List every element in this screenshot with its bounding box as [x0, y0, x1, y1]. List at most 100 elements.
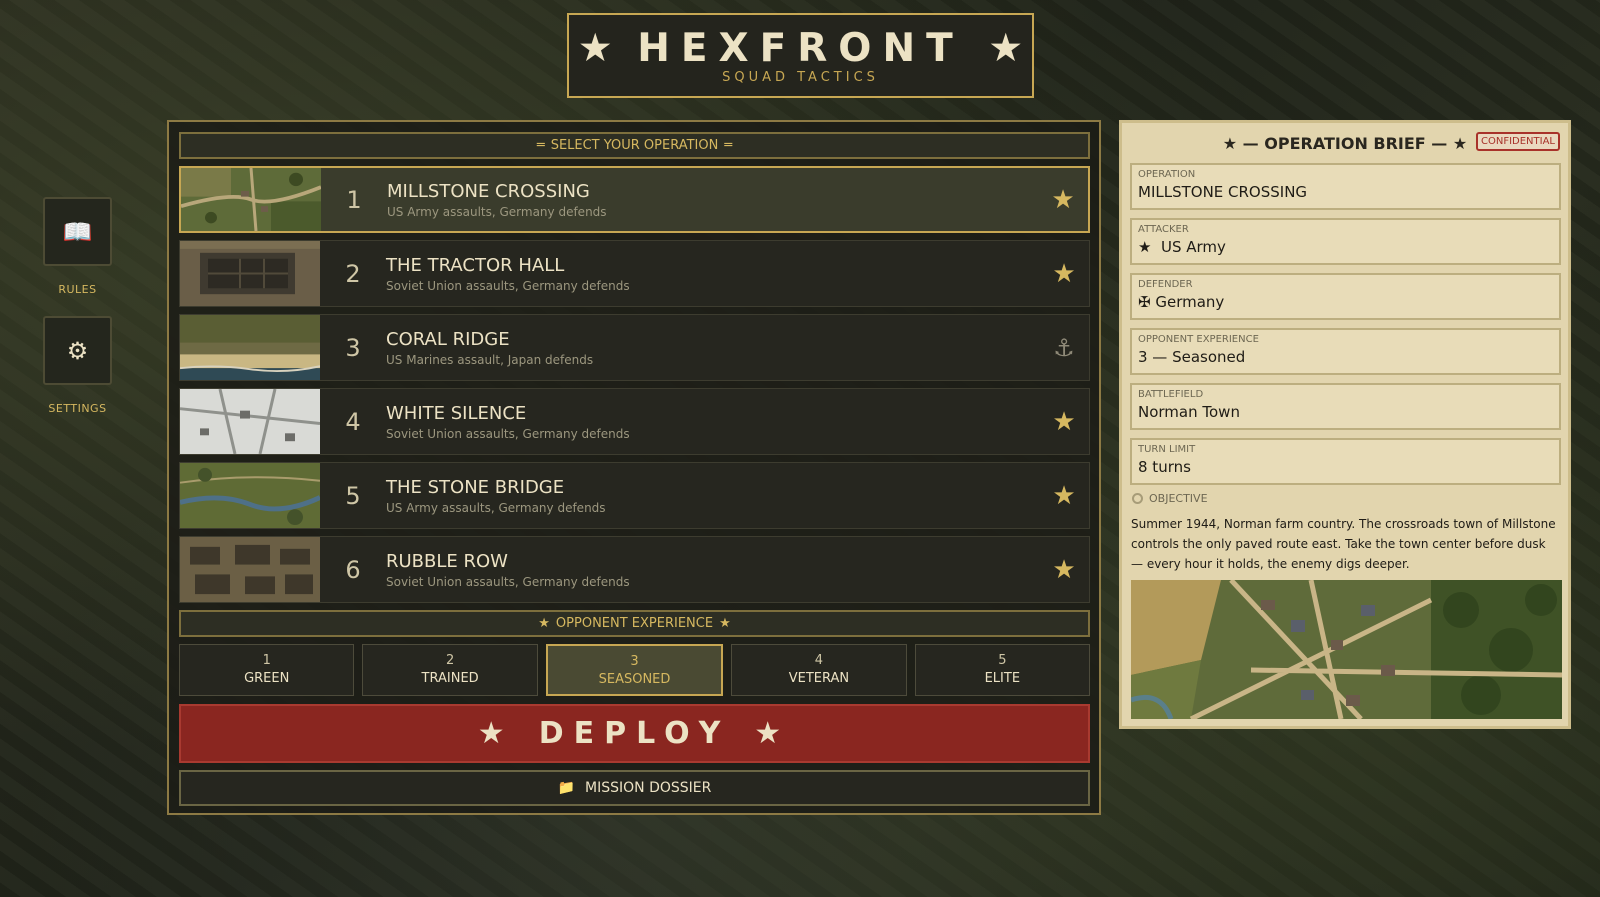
experience-option-green[interactable]: 1 GREEN: [179, 644, 355, 696]
operation-number: 2: [345, 259, 361, 288]
folder-icon: 📁: [557, 780, 576, 796]
brief-battlefield-field: BATTLEFIELD Norman Town: [1130, 383, 1561, 430]
star-icon: ★: [1052, 258, 1076, 289]
operation-description: Soviet Union assaults, Germany defends: [386, 278, 630, 293]
attacker-name: US Army: [1161, 238, 1226, 256]
brief-defender-field: DEFENDER ✠ Germany: [1130, 273, 1561, 320]
operation-list-header: ═ SELECT YOUR OPERATION ═: [179, 132, 1090, 159]
operation-name: CORAL RIDGE: [386, 328, 510, 350]
field-label: OPERATION: [1138, 169, 1196, 180]
operation-row-1[interactable]: 1 MILLSTONE CROSSING US Army assaults, Ge…: [179, 166, 1090, 233]
operation-list-heading: SELECT YOUR OPERATION: [550, 138, 719, 153]
experience-level-label: SEASONED: [598, 672, 671, 687]
double-line-icon: ═: [724, 138, 733, 153]
operation-row-4[interactable]: 4 WHITE SILENCE Soviet Union assaults, Ge…: [179, 388, 1090, 455]
brief-experience-field: OPPONENT EXPERIENCE 3 — Seasoned: [1130, 328, 1561, 375]
operation-row-2[interactable]: 2 THE TRACTOR HALL Soviet Union assaults,…: [179, 240, 1090, 307]
operation-description: US Army assaults, Germany defends: [387, 204, 607, 219]
experience-heading: OPPONENT EXPERIENCE: [555, 616, 714, 631]
operation-text: THE TRACTOR HALL Soviet Union assaults, G…: [386, 255, 1039, 293]
operation-description: US Marines assault, Japan defends: [386, 352, 594, 367]
operation-number: 4: [345, 407, 361, 436]
defender-value: ✠ Germany: [1138, 293, 1553, 311]
iron-cross-icon: ✠: [1138, 293, 1151, 311]
experience-level-number: 4: [814, 653, 824, 668]
brief-turn-limit-field: TURN LIMIT 8 turns: [1130, 438, 1561, 485]
experience-option-trained[interactable]: 2 TRAINED: [362, 644, 538, 696]
deploy-button[interactable]: ★ DEPLOY ★: [179, 704, 1090, 763]
operation-thumbnail: [180, 389, 320, 454]
experience-level-label: ELITE: [984, 671, 1021, 686]
experience-level-label: GREEN: [244, 671, 290, 686]
operation-row-6[interactable]: 6 RUBBLE ROW Soviet Union assaults, Germa…: [179, 536, 1090, 603]
star-icon: ★: [1052, 406, 1076, 437]
operation-text: RUBBLE ROW Soviet Union assaults, Germany…: [386, 551, 1039, 589]
anchor-icon: ⚓: [1053, 333, 1075, 362]
operation-name: WHITE SILENCE: [386, 402, 527, 424]
star-icon: ★: [538, 616, 550, 631]
experience-level-label: VETERAN: [788, 671, 850, 686]
battlefield-value: Norman Town: [1138, 403, 1240, 421]
operation-number: 6: [345, 555, 361, 584]
operation-thumbnail: [180, 315, 320, 380]
star-icon: ★: [1052, 480, 1076, 511]
defender-name: Germany: [1155, 293, 1225, 311]
star-icon: ★: [1138, 238, 1152, 256]
field-label: ATTACKER: [1138, 224, 1189, 235]
operation-thumbnail: [181, 168, 321, 231]
experience-option-veteran[interactable]: 4 VETERAN: [731, 644, 907, 696]
objective-text: Summer 1944, Norman farm country. The cr…: [1131, 517, 1556, 571]
mission-dossier-label: MISSION DOSSIER: [585, 780, 712, 796]
operation-name: THE TRACTOR HALL: [386, 254, 565, 276]
star-icon: ★: [477, 716, 515, 751]
circle-icon: [1132, 493, 1143, 504]
operation-text: WHITE SILENCE Soviet Union assaults, Germ…: [386, 403, 1039, 441]
star-icon: ★: [988, 26, 1024, 71]
experience-option-elite[interactable]: 5 ELITE: [914, 644, 1091, 696]
operation-value: MILLSTONE CROSSING: [1138, 183, 1308, 201]
experience-level-label: TRAINED: [421, 671, 479, 686]
operation-number: 3: [345, 333, 361, 362]
experience-value: 3 — Seasoned: [1138, 348, 1246, 366]
operation-thumbnail: [180, 463, 320, 528]
operation-name: RUBBLE ROW: [386, 550, 508, 572]
experience-option-seasoned[interactable]: 3 SEASONED: [545, 644, 724, 696]
double-line-icon: ═: [536, 138, 545, 153]
operation-text: MILLSTONE CROSSING US Army assaults, Germ…: [387, 181, 1038, 219]
experience-level-number: 3: [630, 654, 639, 669]
turn-limit-value: 8 turns: [1138, 458, 1191, 476]
game-title-banner: ★ HEXFRONT ★ SQUAD TACTICS: [567, 13, 1034, 98]
operation-description: Soviet Union assaults, Germany defends: [386, 426, 630, 441]
star-icon: ★: [577, 26, 613, 71]
operation-row-3[interactable]: 3 CORAL RIDGE US Marines assault, Japan d…: [179, 314, 1090, 381]
confidential-stamp: CONFIDENTIAL: [1475, 132, 1560, 151]
brief-attacker-field: ATTACKER ★ US Army: [1130, 218, 1561, 265]
mission-dossier-button[interactable]: 📁 MISSION DOSSIER: [179, 770, 1090, 806]
operation-name: MILLSTONE CROSSING: [387, 180, 590, 202]
operation-select-panel: ═ SELECT YOUR OPERATION ═ 1 MILLSTONE CR…: [167, 120, 1101, 815]
objective-label-text: OBJECTIVE: [1149, 492, 1208, 505]
operation-row-5[interactable]: 5 THE STONE BRIDGE US Army assaults, Germ…: [179, 462, 1090, 529]
rules-label: RULES: [58, 283, 97, 296]
experience-selector: 1 GREEN 2 TRAINED 3 SEASONED 4 VETERAN 5 ELIT…: [179, 644, 1091, 696]
game-title: ★ HEXFRONT ★: [569, 26, 1032, 71]
experience-header: ★ OPPONENT EXPERIENCE ★: [179, 610, 1090, 637]
operation-number: 1: [346, 185, 362, 214]
rules-button[interactable]: 📖: [43, 197, 112, 266]
book-icon: 📖: [62, 217, 93, 246]
field-label: BATTLEFIELD: [1138, 389, 1204, 400]
star-icon: ★: [1052, 554, 1076, 585]
operation-description: US Army assaults, Germany defends: [386, 500, 606, 515]
experience-level-number: 5: [998, 653, 1007, 668]
operation-brief-panel: ★ — OPERATION BRIEF — ★ CONFIDENTIAL OPE…: [1119, 120, 1571, 729]
field-label: TURN LIMIT: [1138, 444, 1196, 455]
settings-button[interactable]: ⚙: [43, 316, 112, 385]
field-label: DEFENDER: [1138, 279, 1193, 290]
operation-text: THE STONE BRIDGE US Army assaults, German…: [386, 477, 1039, 515]
brief-operation-field: OPERATION MILLSTONE CROSSING: [1130, 163, 1561, 210]
operation-text: CORAL RIDGE US Marines assault, Japan def…: [386, 329, 1039, 367]
battlefield-map-image: [1131, 580, 1562, 719]
operation-name: THE STONE BRIDGE: [386, 476, 565, 498]
operation-number: 5: [345, 481, 361, 510]
operation-description: Soviet Union assaults, Germany defends: [386, 574, 630, 589]
